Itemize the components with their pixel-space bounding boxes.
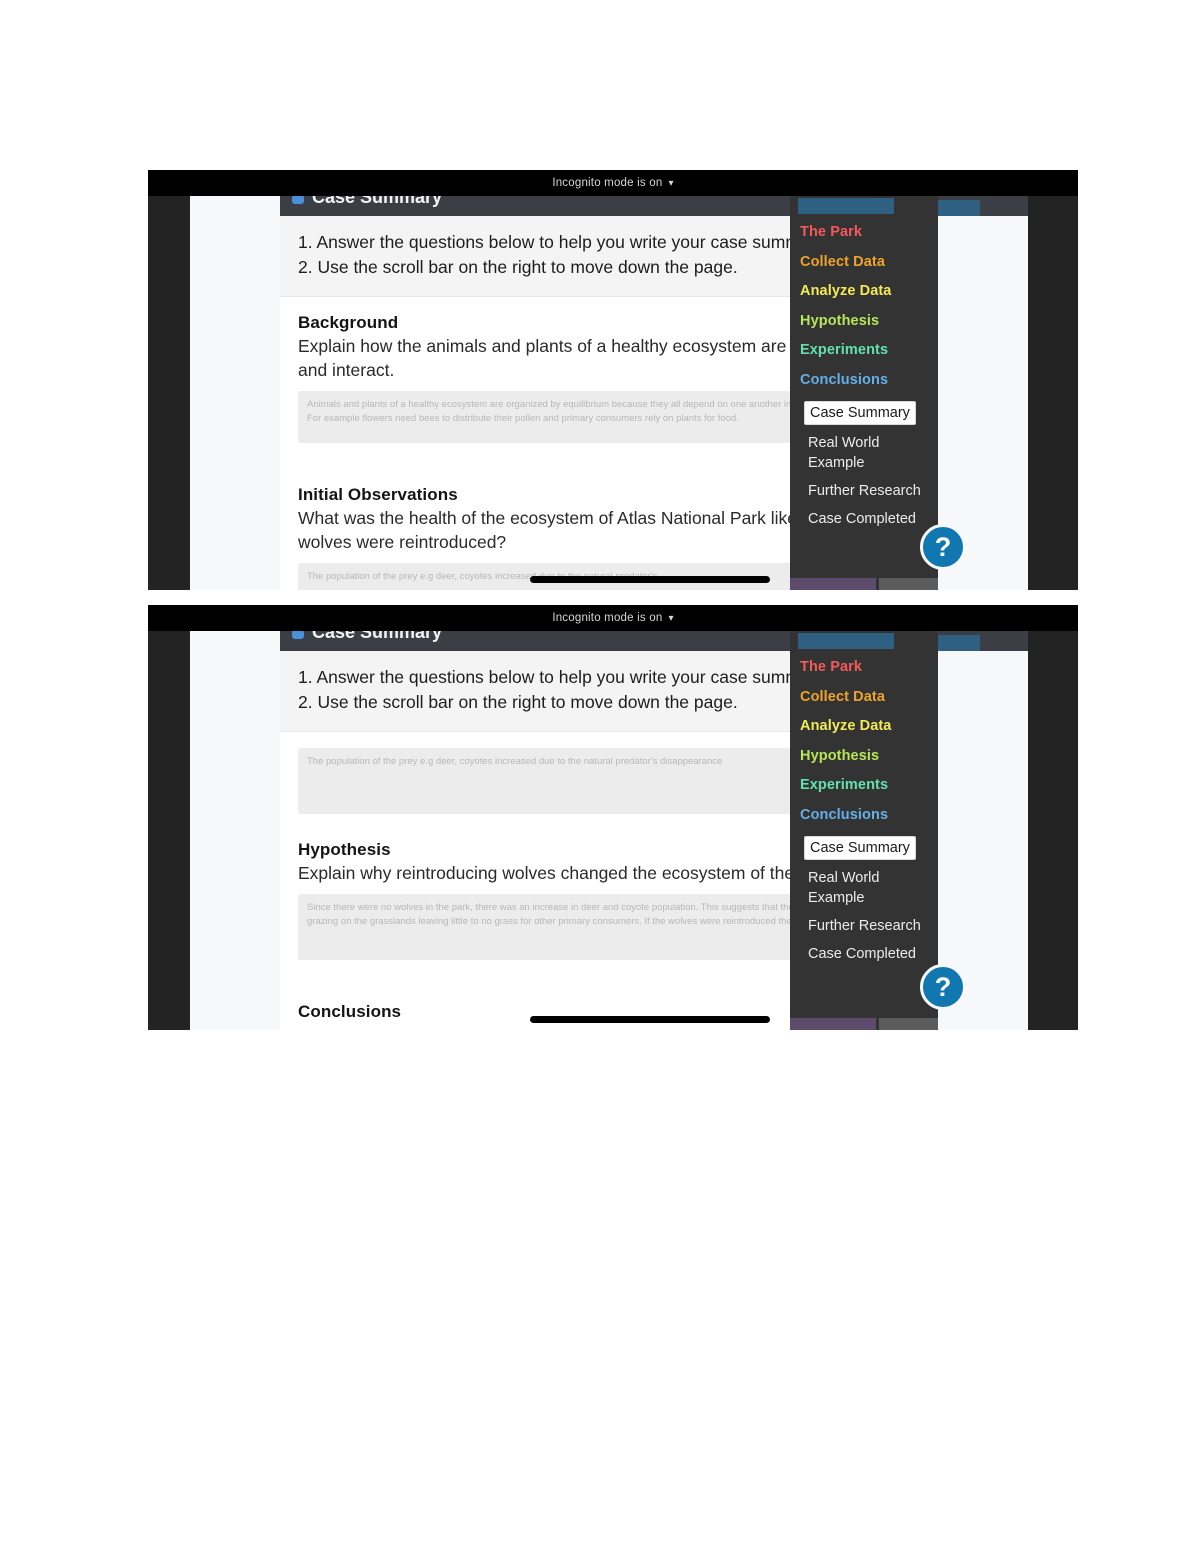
sidebar-bottom-bar <box>790 1018 938 1030</box>
sidebar-subitem-further-research[interactable]: Further Research <box>808 481 938 501</box>
sidebar-bottom-chip-purple[interactable] <box>790 1018 876 1030</box>
sidebar-item-hypothesis[interactable]: Hypothesis <box>790 307 938 337</box>
sidebar-items: The Park Collect Data Analyze Data Hypot… <box>790 653 938 972</box>
sidebar-items: The Park Collect Data Analyze Data Hypot… <box>790 218 938 537</box>
sidebar-subitem-real-world-example[interactable]: Real World Example <box>808 868 938 908</box>
sidebar-item-the-park[interactable]: The Park <box>790 218 938 248</box>
sidebar-subitem-further-research[interactable]: Further Research <box>808 916 938 936</box>
sidebar-top-button[interactable] <box>798 633 894 649</box>
app-viewport: Case Summary 1. Answer the questions bel… <box>190 631 1028 1030</box>
sidebar-bottom-chip-grey[interactable] <box>878 1018 938 1030</box>
course-navigation-sidebar: The Park Collect Data Analyze Data Hypot… <box>790 631 938 1030</box>
sidebar-subitems: Case Summary Real World Example Further … <box>790 401 938 529</box>
sidebar-subitem-case-completed[interactable]: Case Completed <box>808 509 938 529</box>
scroll-indicator[interactable] <box>530 1016 770 1023</box>
sidebar-item-conclusions[interactable]: Conclusions <box>790 366 938 396</box>
page-stage: Case Summary 1. Answer the questions bel… <box>148 196 1078 590</box>
incognito-label: Incognito mode is on <box>552 177 663 189</box>
sidebar-subitem-case-summary[interactable]: Case Summary <box>804 401 916 425</box>
sidebar-subitem-case-summary[interactable]: Case Summary <box>804 836 916 860</box>
incognito-bar[interactable]: Incognito mode is on ▾ <box>148 605 1078 631</box>
sidebar-subitem-real-world-example[interactable]: Real World Example <box>808 433 938 473</box>
incognito-bar[interactable]: Incognito mode is on ▾ <box>148 170 1078 196</box>
question-mark-icon: ? <box>934 971 952 1002</box>
page-title: Case Summary <box>312 196 443 207</box>
sidebar-bottom-bar <box>790 578 938 590</box>
help-button[interactable]: ? <box>920 964 966 1010</box>
sidebar-item-collect-data[interactable]: Collect Data <box>790 683 938 713</box>
sidebar-item-hypothesis[interactable]: Hypothesis <box>790 742 938 772</box>
course-navigation-sidebar: The Park Collect Data Analyze Data Hypot… <box>790 196 938 590</box>
question-mark-icon: ? <box>934 531 952 562</box>
page-stage: Case Summary 1. Answer the questions bel… <box>148 631 1078 1030</box>
app-viewport: Case Summary 1. Answer the questions bel… <box>190 196 1028 590</box>
help-button[interactable]: ? <box>920 524 966 570</box>
sidebar-item-experiments[interactable]: Experiments <box>790 771 938 801</box>
screenshot-panel-top: Incognito mode is on ▾ Case Summary 1. A… <box>148 170 1078 590</box>
sidebar-item-analyze-data[interactable]: Analyze Data <box>790 277 938 307</box>
sidebar-subitems: Case Summary Real World Example Further … <box>790 836 938 964</box>
page-title: Case Summary <box>312 631 443 642</box>
scroll-indicator[interactable] <box>530 576 770 583</box>
sidebar-top-button[interactable] <box>798 198 894 214</box>
sidebar-subitem-case-completed[interactable]: Case Completed <box>808 944 938 964</box>
sidebar-item-collect-data[interactable]: Collect Data <box>790 248 938 278</box>
chevron-down-icon[interactable]: ▾ <box>668 178 673 189</box>
screenshot-page: Incognito mode is on ▾ Case Summary 1. A… <box>0 0 1200 1553</box>
bookmark-icon <box>292 631 304 639</box>
bookmark-icon <box>292 196 304 204</box>
sidebar-item-conclusions[interactable]: Conclusions <box>790 801 938 831</box>
sidebar-item-experiments[interactable]: Experiments <box>790 336 938 366</box>
chevron-down-icon[interactable]: ▾ <box>668 613 673 624</box>
sidebar-bottom-chip-grey[interactable] <box>878 578 938 590</box>
sidebar-item-the-park[interactable]: The Park <box>790 653 938 683</box>
screenshot-panel-bottom: Incognito mode is on ▾ Case Summary 1. A… <box>148 605 1078 1030</box>
sidebar-bottom-chip-purple[interactable] <box>790 578 876 590</box>
incognito-label: Incognito mode is on <box>552 612 663 624</box>
sidebar-item-analyze-data[interactable]: Analyze Data <box>790 712 938 742</box>
